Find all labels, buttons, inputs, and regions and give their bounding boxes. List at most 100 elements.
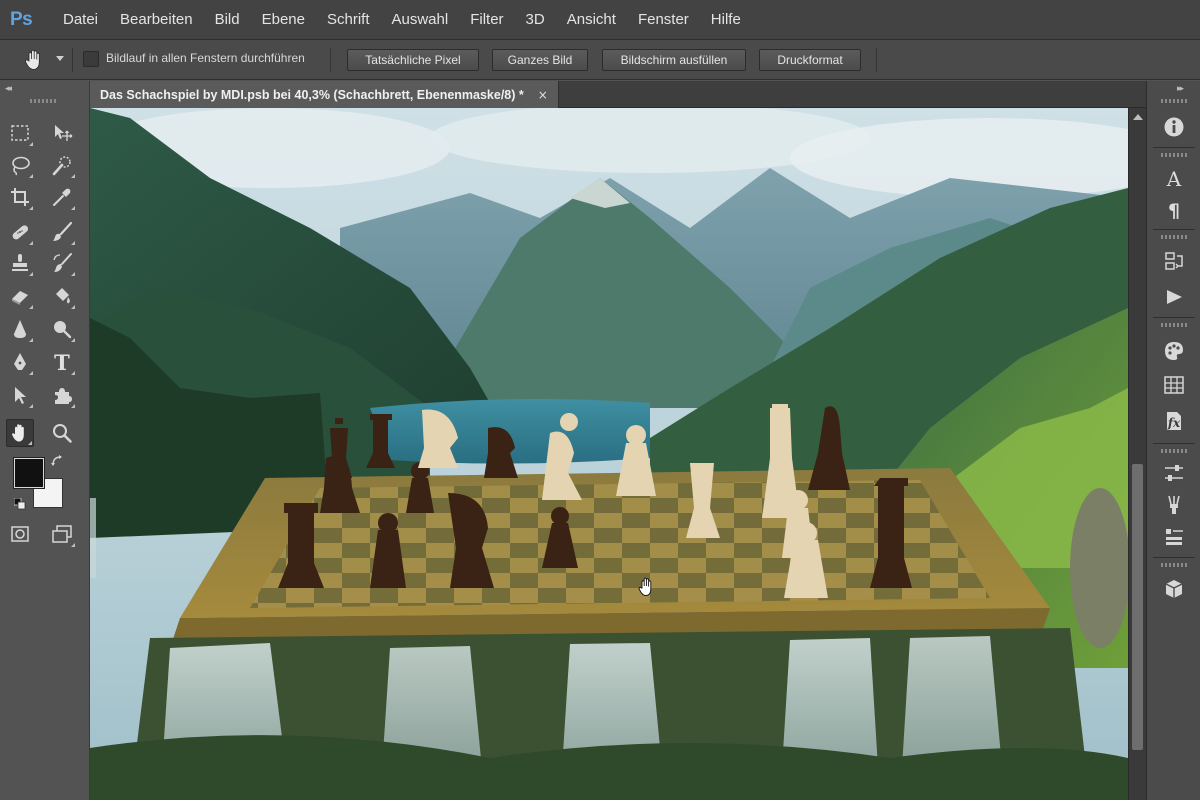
hand-icon (25, 49, 40, 70)
foreground-color-swatch[interactable] (13, 457, 45, 489)
tools-panel: ◂◂ T (0, 81, 90, 800)
stamp-icon (12, 254, 28, 271)
styles-panel-button[interactable]: fx (1160, 407, 1188, 435)
pen-tool[interactable] (6, 348, 34, 376)
menu-3d[interactable]: 3D (515, 0, 556, 40)
divider (72, 48, 73, 72)
vertical-scrollbar[interactable] (1128, 108, 1146, 800)
menu-hilfe[interactable]: Hilfe (700, 0, 752, 40)
panel-grip[interactable] (1161, 323, 1187, 327)
palette-icon (1165, 342, 1183, 360)
document-tab-bar: Das Schachspiel by MDI.psb bei 40,3% (Sc… (90, 81, 1146, 108)
history-icon (1165, 252, 1183, 270)
menu-ansicht[interactable]: Ansicht (556, 0, 627, 40)
document-tab[interactable]: Das Schachspiel by MDI.psb bei 40,3% (Sc… (90, 81, 559, 108)
swap-colors-icon[interactable] (50, 453, 64, 467)
history-brush-icon (53, 253, 72, 272)
character-panel-button[interactable]: A (1160, 165, 1188, 193)
expand-panels-icon[interactable]: ▸▸ (1177, 84, 1184, 94)
type-tool[interactable]: T (48, 348, 76, 376)
fill-screen-button[interactable]: Bildschirm ausfüllen (602, 49, 746, 71)
quick-selection-icon (52, 156, 71, 176)
panel-grip[interactable] (1161, 235, 1187, 239)
menu-ebene[interactable]: Ebene (251, 0, 316, 40)
photoshop-logo: Ps (10, 8, 33, 30)
menu-fenster[interactable]: Fenster (627, 0, 700, 40)
scroll-all-windows-label: Bildlauf in allen Fenstern durchführen (106, 51, 305, 65)
puzzle-shape-icon (55, 388, 72, 404)
scroll-up-icon[interactable] (1133, 114, 1143, 120)
divider (1153, 557, 1195, 558)
menu-bild[interactable]: Bild (204, 0, 251, 40)
print-size-button[interactable]: Druckformat (759, 49, 861, 71)
brush-tool[interactable] (48, 218, 76, 246)
panel-grip[interactable] (30, 99, 56, 103)
zoom-tool[interactable] (48, 419, 76, 447)
swatches-panel-button[interactable] (1160, 371, 1188, 399)
quick-mask-button[interactable] (6, 520, 34, 548)
quick-mask-icon (11, 526, 29, 542)
fit-screen-button[interactable]: Ganzes Bild (492, 49, 588, 71)
history-panel-button[interactable] (1160, 247, 1188, 275)
actual-pixels-button[interactable]: Tatsächliche Pixel (347, 49, 479, 71)
layer-comps-panel-button[interactable] (1160, 523, 1188, 551)
eyedropper-tool[interactable] (48, 183, 76, 211)
divider (876, 48, 877, 72)
panel-grip[interactable] (1161, 153, 1187, 157)
paint-bucket-tool[interactable] (48, 282, 76, 310)
type-icon: T (54, 349, 70, 375)
paragraph-panel-button[interactable]: ¶ (1160, 197, 1188, 225)
divider (1153, 147, 1195, 148)
history-brush-tool[interactable] (48, 249, 76, 277)
path-selection-tool[interactable] (6, 381, 34, 409)
crop-tool[interactable] (6, 183, 34, 211)
info-panel-button[interactable] (1160, 113, 1188, 141)
3d-panel-button[interactable] (1160, 575, 1188, 603)
rectangular-marquee-tool[interactable] (6, 119, 34, 147)
menu-schrift[interactable]: Schrift (316, 0, 381, 40)
move-icon (55, 125, 73, 141)
document-canvas[interactable] (90, 108, 1128, 800)
menu-datei[interactable]: Datei (52, 0, 109, 40)
divider (1153, 317, 1195, 318)
actions-panel-button[interactable] (1160, 283, 1188, 311)
bandage-icon (12, 225, 29, 240)
spot-healing-brush-tool[interactable] (6, 218, 34, 246)
tool-preset-picker[interactable] (22, 48, 48, 72)
brush-presets-panel-button[interactable] (1160, 491, 1188, 519)
screen-mode-button[interactable] (48, 520, 76, 548)
hand-tool[interactable] (6, 419, 34, 447)
collapse-panel-icon[interactable]: ◂◂ (5, 84, 12, 94)
blur-tool[interactable] (6, 315, 34, 343)
color-panel-button[interactable] (1160, 337, 1188, 365)
scrollbar-thumb[interactable] (1132, 464, 1143, 750)
scroll-all-windows-checkbox[interactable] (83, 51, 99, 67)
dodge-tool[interactable] (48, 315, 76, 343)
chevron-down-icon[interactable] (56, 56, 64, 61)
options-bar: Bildlauf in allen Fenstern durchführen T… (0, 40, 1200, 80)
eraser-tool[interactable] (6, 282, 34, 310)
menu-bearbeiten[interactable]: Bearbeiten (109, 0, 204, 40)
styles-icon: fx (1167, 416, 1181, 430)
adjustments-panel-button[interactable] (1160, 459, 1188, 487)
play-icon (1167, 290, 1182, 304)
panel-grip[interactable] (1161, 99, 1187, 103)
swatches-icon (1164, 376, 1184, 394)
lasso-tool[interactable] (6, 151, 34, 179)
panel-grip[interactable] (1161, 563, 1187, 567)
move-tool[interactable] (48, 119, 76, 147)
panel-grip[interactable] (1161, 449, 1187, 453)
menu-filter[interactable]: Filter (459, 0, 514, 40)
default-colors-icon[interactable] (13, 495, 26, 510)
menu-bar: Ps Datei Bearbeiten Bild Ebene Schrift A… (0, 0, 1200, 40)
custom-shape-tool[interactable] (48, 381, 76, 409)
blur-icon (14, 320, 26, 338)
dodge-icon (54, 321, 72, 339)
clone-stamp-tool[interactable] (6, 249, 34, 277)
menu-auswahl[interactable]: Auswahl (381, 0, 460, 40)
character-icon: A (1166, 167, 1182, 191)
quick-selection-tool[interactable] (48, 151, 76, 179)
document-tab-title: Das Schachspiel by MDI.psb bei 40,3% (Sc… (100, 87, 524, 102)
divider (1153, 443, 1195, 444)
close-icon[interactable]: × (538, 88, 548, 102)
